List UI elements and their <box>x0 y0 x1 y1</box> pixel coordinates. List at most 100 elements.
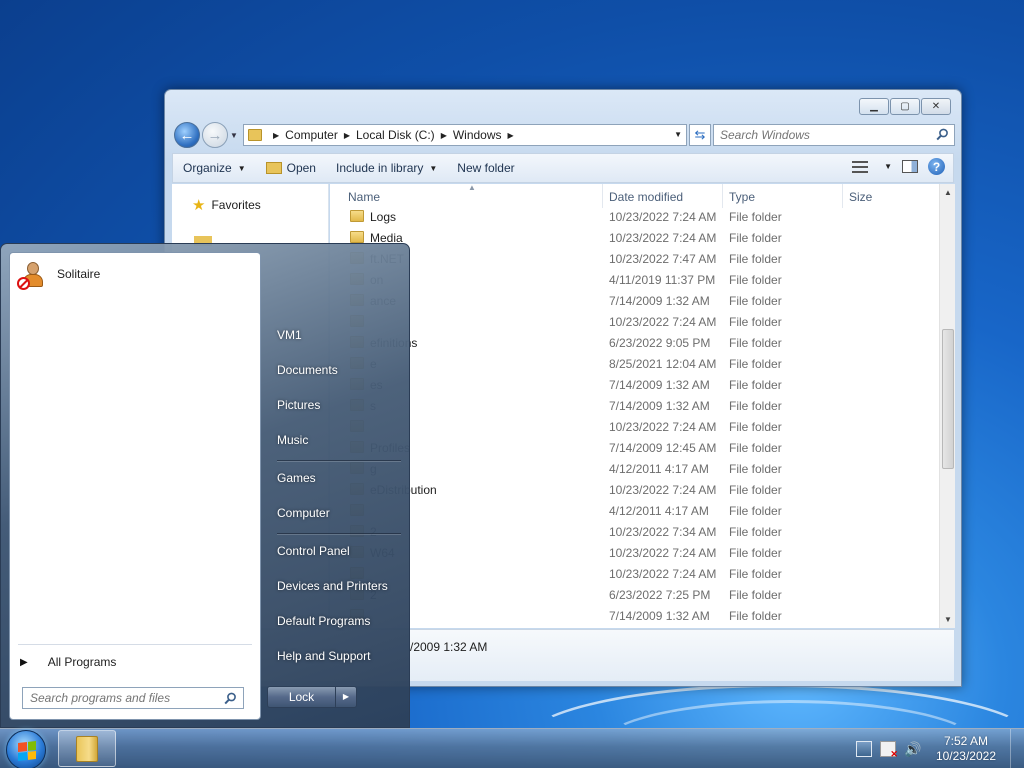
table-row[interactable]: e8/25/2021 12:04 AMFile folder <box>330 354 941 375</box>
file-date-modified: 10/23/2022 7:24 AM <box>609 546 717 560</box>
navigation-bar: ← → ▼ ▶ Computer ▶ Local Disk (C:) ▶ Win… <box>173 121 955 149</box>
table-row[interactable]: 4/12/2011 4:17 AM File folder <box>330 501 941 522</box>
search-box[interactable] <box>713 124 955 146</box>
sort-ascending-icon: ▲ <box>468 183 476 192</box>
table-row[interactable]: 7/14/2009 1:32 AM File folder <box>330 606 941 627</box>
column-divider[interactable] <box>602 184 603 208</box>
taskbar: 🔊 7:52 AM 10/23/2022 <box>0 728 1024 768</box>
column-divider[interactable] <box>722 184 723 208</box>
close-icon: ✕ <box>931 101 941 112</box>
help-icon[interactable]: ? <box>928 158 945 175</box>
scroll-down-icon[interactable]: ▼ <box>944 615 952 624</box>
table-row[interactable]: ft.NET10/23/2022 7:47 AMFile folder <box>330 249 941 270</box>
search-input[interactable] <box>720 128 920 142</box>
minimize-icon: ▁ <box>870 101 878 112</box>
program-item-solitaire[interactable]: Solitaire <box>13 258 257 290</box>
recent-pages-dropdown[interactable]: ▼ <box>230 131 238 140</box>
table-row[interactable]: 26/23/2022 7:25 PMFile folder <box>330 585 941 606</box>
back-button[interactable]: ← <box>174 122 200 148</box>
clock[interactable]: 7:52 AM 10/23/2022 <box>936 734 996 764</box>
lock-button-group: Lock ▶ <box>267 686 357 708</box>
table-row[interactable]: W6410/23/2022 7:24 AMFile folder <box>330 543 941 564</box>
include-in-library-button[interactable]: Include in library ▼ <box>326 154 447 182</box>
table-row[interactable]: on4/11/2019 11:37 PMFile folder <box>330 270 941 291</box>
show-desktop-button[interactable] <box>1010 729 1024 768</box>
window-caption-buttons: ▁ ▢ ✕ <box>859 98 951 115</box>
table-row[interactable]: Media 10/23/2022 7:24 AM File folder <box>330 228 941 249</box>
table-row[interactable]: 210/23/2022 7:34 AMFile folder <box>330 522 941 543</box>
column-date-modified[interactable]: Date modified <box>609 190 683 204</box>
vertical-scrollbar[interactable]: ▲ ▼ <box>939 184 955 628</box>
action-center-icon[interactable] <box>879 741 898 760</box>
start-link-computer[interactable]: Computer <box>277 506 330 520</box>
start-link-music[interactable]: Music <box>277 433 308 447</box>
chevron-right-icon[interactable]: ▶ <box>273 131 279 140</box>
close-button[interactable]: ✕ <box>921 98 951 115</box>
address-bar[interactable]: ▶ Computer ▶ Local Disk (C:) ▶ Windows ▶… <box>243 124 687 146</box>
start-link-games[interactable]: Games <box>277 471 316 485</box>
refresh-icon: ⇆ <box>694 127 706 142</box>
forward-button[interactable]: → <box>202 122 228 148</box>
table-row[interactable]: ance7/14/2009 1:32 AMFile folder <box>330 291 941 312</box>
favorites-item[interactable]: ★ Favorites <box>192 196 261 214</box>
open-folder-icon <box>265 162 282 174</box>
chevron-right-icon[interactable]: ▶ <box>441 131 447 140</box>
start-link-default-programs[interactable]: Default Programs <box>277 614 370 628</box>
maximize-button[interactable]: ▢ <box>890 98 920 115</box>
change-view-icon[interactable] <box>852 160 869 173</box>
start-search-input[interactable] <box>30 691 230 705</box>
start-link-control-panel[interactable]: Control Panel <box>277 544 350 558</box>
table-row[interactable]: Logs 10/23/2022 7:24 AM File folder <box>330 207 941 228</box>
column-type[interactable]: Type <box>729 190 755 204</box>
column-size[interactable]: Size <box>849 190 872 204</box>
new-folder-button[interactable]: New folder <box>447 154 524 182</box>
table-row[interactable]: 10/23/2022 7:24 AM File folder <box>330 417 941 438</box>
start-search-box[interactable] <box>22 687 244 709</box>
table-row[interactable]: Profiles7/14/2009 12:45 AMFile folder <box>330 438 941 459</box>
start-link-user-folder[interactable]: VM1 <box>277 328 302 342</box>
star-icon: ★ <box>192 197 206 214</box>
volume-icon[interactable]: 🔊 <box>904 741 921 757</box>
scroll-up-icon[interactable]: ▲ <box>944 188 952 197</box>
scrollbar-thumb[interactable] <box>942 329 954 469</box>
new-folder-label: New folder <box>457 161 515 175</box>
breadcrumb-local-disk[interactable]: Local Disk (C:) <box>356 128 435 142</box>
chevron-right-icon[interactable]: ▶ <box>508 131 514 140</box>
organize-button[interactable]: Organize ▼ <box>173 154 256 182</box>
table-row[interactable]: s7/14/2009 1:32 AMFile folder <box>330 396 941 417</box>
address-history-dropdown[interactable]: ▼ <box>674 130 682 139</box>
windows-logo-icon <box>18 741 36 761</box>
column-divider[interactable] <box>842 184 843 208</box>
column-name[interactable]: Name <box>348 190 380 204</box>
open-button[interactable]: Open <box>256 154 326 182</box>
start-button[interactable] <box>6 730 46 768</box>
breadcrumb-computer[interactable]: Computer <box>285 128 338 142</box>
table-row[interactable]: es7/14/2009 1:32 AMFile folder <box>330 375 941 396</box>
table-row[interactable]: eDistribution10/23/2022 7:24 AMFile fold… <box>330 480 941 501</box>
breadcrumb-windows[interactable]: Windows <box>453 128 502 142</box>
refresh-button[interactable]: ⇆ <box>689 124 711 146</box>
search-icon[interactable] <box>224 692 237 705</box>
search-icon[interactable] <box>936 128 949 141</box>
all-programs-button[interactable]: ▶ All Programs <box>18 651 116 673</box>
start-link-pictures[interactable]: Pictures <box>277 398 320 412</box>
minimize-button[interactable]: ▁ <box>859 98 889 115</box>
table-row[interactable]: 10/23/2022 7:24 AM File folder <box>330 312 941 333</box>
start-link-documents[interactable]: Documents <box>277 363 338 377</box>
file-date-modified: 6/23/2022 7:25 PM <box>609 588 711 602</box>
network-icon[interactable] <box>855 741 872 757</box>
preview-pane-icon[interactable] <box>902 160 918 173</box>
shutdown-options-arrow-icon[interactable]: ▶ <box>336 687 356 707</box>
start-link-devices-printers[interactable]: Devices and Printers <box>277 579 388 593</box>
file-type: File folder <box>729 420 782 434</box>
taskbar-explorer-button[interactable] <box>58 730 116 767</box>
table-row[interactable]: efinitions6/23/2022 9:05 PMFile folder <box>330 333 941 354</box>
lock-button[interactable]: Lock <box>268 687 336 707</box>
chevron-down-icon[interactable]: ▼ <box>884 162 892 171</box>
table-row[interactable]: 10/23/2022 7:24 AM File folder <box>330 564 941 585</box>
divider <box>18 644 252 645</box>
start-link-help-support[interactable]: Help and Support <box>277 649 370 663</box>
file-date-modified: 7/14/2009 1:32 AM <box>609 609 710 623</box>
chevron-right-icon[interactable]: ▶ <box>344 131 350 140</box>
table-row[interactable]: g4/12/2011 4:17 AMFile folder <box>330 459 941 480</box>
